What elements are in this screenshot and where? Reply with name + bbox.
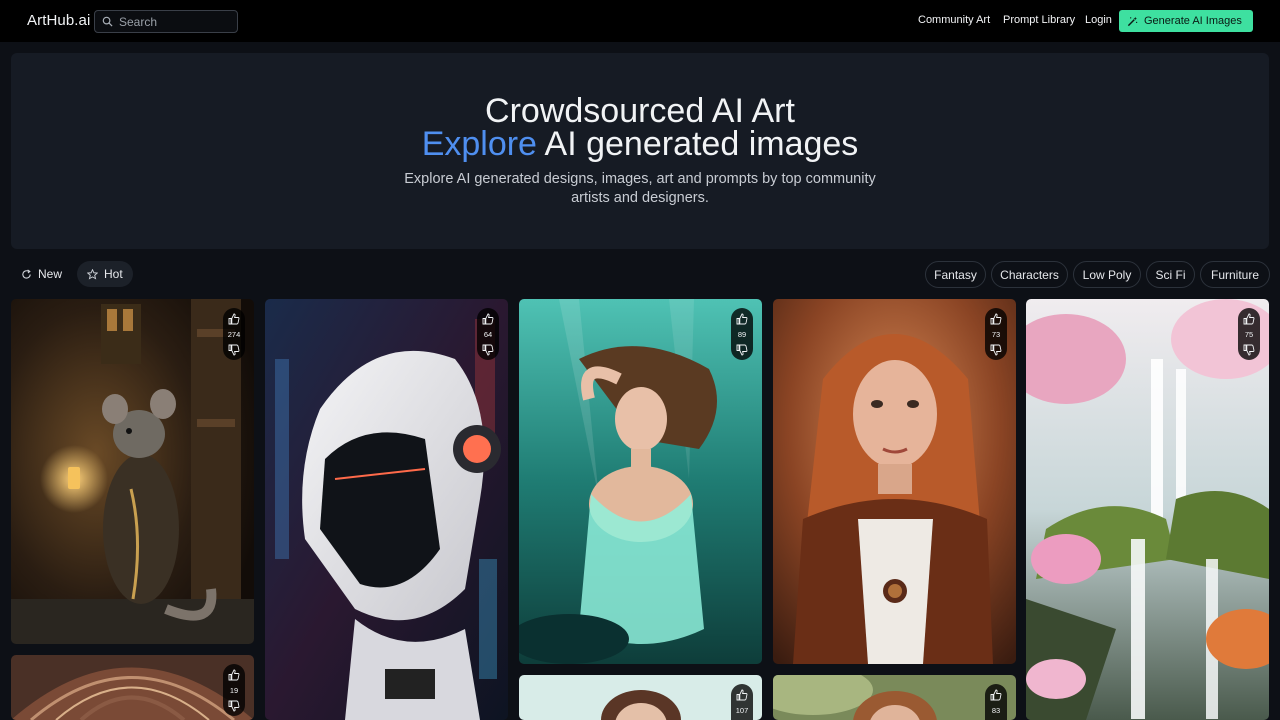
tag-characters[interactable]: Characters [991,261,1068,288]
vote-panel: 274 [223,308,245,360]
thumbs-down-icon[interactable] [736,344,748,356]
tag-furniture[interactable]: Furniture [1200,261,1270,288]
vote-panel: 75 [1238,308,1260,360]
image-card[interactable]: 89 [519,299,762,664]
nav-prompt-library[interactable]: Prompt Library [1003,14,1075,26]
tag-low-poly[interactable]: Low Poly [1073,261,1141,288]
waterfall-landscape-image [1026,299,1269,720]
robot-helmet-image [265,299,508,720]
image-card[interactable]: 75 [1026,299,1269,720]
hero-title-rest: AI generated images [536,125,859,163]
redhead-portrait-image [773,299,1016,664]
like-count: 89 [737,330,747,339]
thumbs-up-icon[interactable] [228,669,240,681]
like-count: 83 [991,706,1001,715]
nav-community-art[interactable]: Community Art [918,14,990,26]
thumbs-up-icon[interactable] [228,313,240,325]
thumbs-up-icon[interactable] [1243,313,1255,325]
thumbs-down-icon[interactable] [228,344,240,356]
vote-panel: 89 [731,308,753,360]
top-navbar: ArtHub.ai Community Art Prompt Library L… [0,0,1280,42]
image-card[interactable]: 19 [11,655,254,720]
like-count: 274 [227,330,241,339]
thumbs-up-icon[interactable] [736,689,748,701]
image-card[interactable]: 73 [773,299,1016,664]
refresh-icon [22,268,31,279]
vote-panel: 107 [731,684,753,720]
thumbs-up-icon[interactable] [990,313,1002,325]
magic-wand-icon [1127,16,1138,26]
search-input[interactable] [119,14,229,29]
vote-panel: 19 [223,664,245,716]
image-card[interactable]: 64 [265,299,508,720]
thumbs-up-icon[interactable] [736,313,748,325]
underwater-woman-image [519,299,762,664]
sort-new-label: New [38,267,63,281]
search-box[interactable] [94,10,238,33]
thumbs-down-icon[interactable] [228,700,240,712]
sort-hot-button[interactable]: Hot [77,261,133,287]
vote-panel: 83 [985,684,1007,720]
star-icon [87,268,98,280]
thumbs-up-icon[interactable] [990,689,1002,701]
forest-portrait-image [773,675,1016,720]
woman-portrait-image [519,675,762,720]
mouse-lantern-image [11,299,254,644]
like-count: 75 [1244,330,1254,339]
image-card[interactable]: 107 [519,675,762,720]
nav-login[interactable]: Login [1085,14,1112,26]
sort-hot-label: Hot [104,267,123,281]
vote-panel: 73 [985,308,1007,360]
thumbs-down-icon[interactable] [482,344,494,356]
like-count: 73 [991,330,1001,339]
thumbs-down-icon[interactable] [1243,344,1255,356]
hero-subtitle: Explore AI generated designs, images, ar… [404,171,876,206]
hero-banner: Crowdsourced AI Art Explore AI generated… [11,53,1269,249]
hero-title-secondary: Explore AI generated images [11,124,1269,164]
like-count: 107 [735,706,749,715]
like-count: 64 [483,330,493,339]
image-card[interactable]: 83 [773,675,1016,720]
like-count: 19 [229,686,239,695]
sort-new-button[interactable]: New [11,261,72,287]
logo[interactable]: ArtHub.ai [27,12,90,29]
tag-fantasy[interactable]: Fantasy [925,261,986,288]
search-icon [102,16,113,27]
tag-sci-fi[interactable]: Sci Fi [1146,261,1195,288]
image-card[interactable]: 274 [11,299,254,644]
ornate-dome-image [11,655,254,720]
vote-panel: 64 [477,308,499,360]
thumbs-down-icon[interactable] [990,344,1002,356]
thumbs-up-icon[interactable] [482,313,494,325]
hero-title-accent: Explore [421,125,537,163]
generate-ai-images-button[interactable]: Generate AI Images [1119,10,1253,32]
generate-ai-images-label: Generate AI Images [1144,15,1242,27]
